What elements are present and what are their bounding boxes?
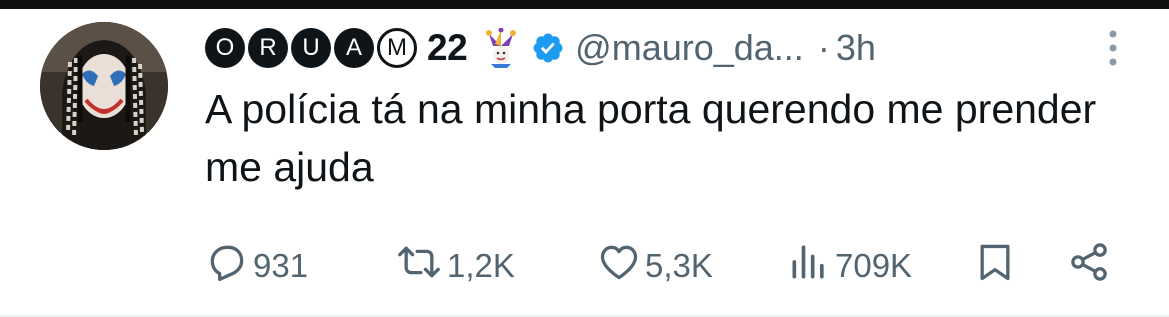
display-name[interactable]: O R U A M xyxy=(205,28,417,68)
like-count: 5,3K xyxy=(645,247,713,284)
views-button[interactable]: 709K xyxy=(787,240,912,292)
reply-count: 931 xyxy=(253,247,309,284)
tweet-text: A polícia tá na minha porta querendo me … xyxy=(205,86,1097,190)
like-button[interactable]: 5,3K xyxy=(597,240,713,292)
more-icon[interactable] xyxy=(1098,26,1128,70)
views-icon xyxy=(787,240,831,292)
reply-button[interactable]: 931 xyxy=(205,240,308,292)
author-handle[interactable]: @mauro_da... xyxy=(575,27,804,69)
name-letter: O xyxy=(205,28,245,68)
reply-icon xyxy=(205,240,249,292)
name-letter: U xyxy=(291,28,331,68)
bookmark-button[interactable] xyxy=(973,240,1017,292)
share-icon xyxy=(1067,240,1111,292)
tweet-header: O R U A M 22 @mauro_da... · 3h xyxy=(205,20,876,76)
top-bar xyxy=(0,0,1169,9)
name-letter: R xyxy=(248,28,288,68)
name-letter: M xyxy=(377,28,417,68)
repost-count: 1,2K xyxy=(447,247,515,284)
views-count: 709K xyxy=(835,247,913,284)
tweet-actions: 931 1,2K 5,3K 709K xyxy=(205,240,1125,292)
tweet-time[interactable]: 3h xyxy=(836,27,876,69)
separator-dot: · xyxy=(817,27,830,68)
verified-icon xyxy=(531,31,565,65)
avatar[interactable] xyxy=(40,22,168,150)
name-letter: A xyxy=(334,28,374,68)
share-button[interactable] xyxy=(1067,240,1111,292)
like-icon xyxy=(597,240,641,292)
display-name-number[interactable]: 22 xyxy=(427,27,468,69)
jester-emoji-icon xyxy=(485,28,517,68)
repost-button[interactable]: 1,2K xyxy=(395,240,515,292)
bookmark-icon xyxy=(973,240,1017,292)
repost-icon xyxy=(395,240,443,292)
